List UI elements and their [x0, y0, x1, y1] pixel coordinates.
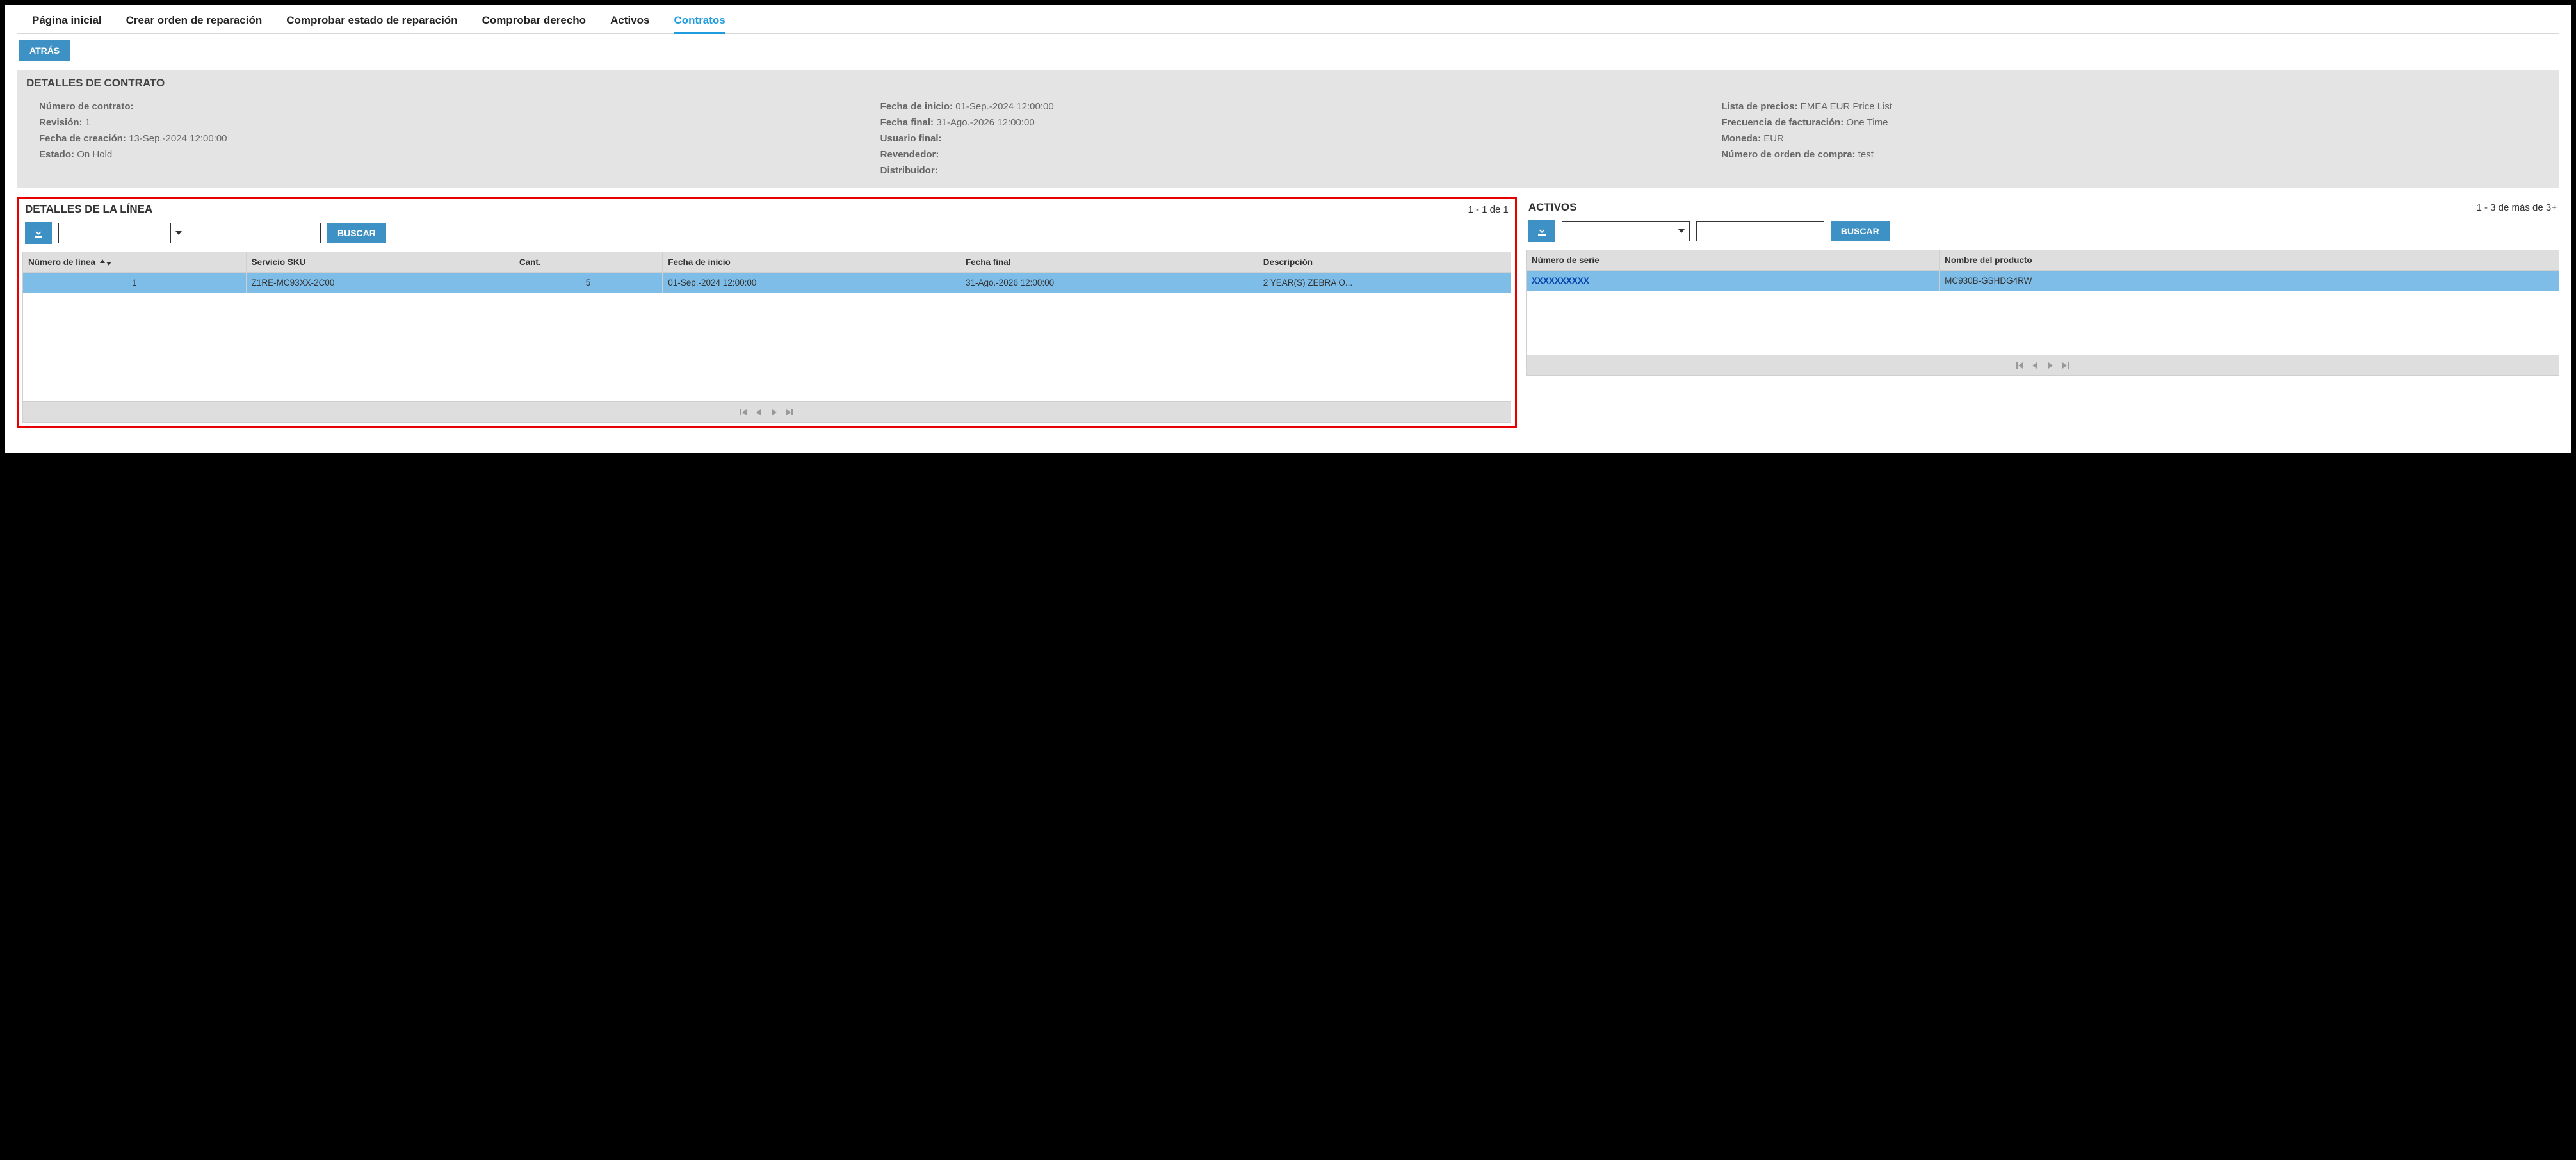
chevron-down-icon[interactable]: [1674, 222, 1689, 241]
start-date-label: Fecha de inicio:: [880, 101, 953, 112]
po-number-label: Número de orden de compra:: [1721, 149, 1855, 160]
app-window: Página inicial Crear orden de reparación…: [5, 5, 2571, 453]
tab-check-repair-status[interactable]: Comprobar estado de reparación: [286, 14, 457, 29]
line-table: Número de línea Servicio SKU Cant. Fecha…: [22, 252, 1511, 293]
price-list-value: EMEA EUR Price List: [1801, 101, 1892, 112]
col-line-number[interactable]: Número de línea: [23, 252, 247, 273]
tab-home[interactable]: Página inicial: [32, 14, 102, 29]
assets-table-body-spacer: [1526, 291, 2559, 355]
assets-range: 1 - 3 de más de 3+: [2477, 202, 2557, 213]
line-search-input[interactable]: [193, 223, 321, 243]
cell-product: MC930B-GSHDG4RW: [1940, 271, 2559, 291]
assets-toolbar: BUSCAR: [1526, 220, 2559, 242]
page-prev-icon[interactable]: [2030, 361, 2039, 370]
line-filter-select[interactable]: [58, 223, 186, 243]
page-prev-icon[interactable]: [754, 408, 763, 417]
distributor-label: Distribuidor:: [880, 165, 938, 176]
creation-date-label: Fecha de creación:: [39, 133, 126, 144]
col-start[interactable]: Fecha de inicio: [663, 252, 960, 273]
tab-check-entitlement[interactable]: Comprobar derecho: [482, 14, 586, 29]
page-next-icon[interactable]: [2046, 361, 2055, 370]
contract-col-2: Fecha de inicio: 01-Sep.-2024 12:00:00 F…: [880, 99, 1709, 179]
assets-title: ACTIVOS: [1528, 201, 1577, 214]
line-toolbar: BUSCAR: [22, 222, 1511, 244]
cell-end: 31-Ago.-2026 12:00:00: [960, 273, 1258, 293]
tab-create-repair[interactable]: Crear orden de reparación: [126, 14, 263, 29]
assets-pager: [1526, 355, 2559, 376]
col-qty[interactable]: Cant.: [514, 252, 662, 273]
col-product[interactable]: Nombre del producto: [1940, 250, 2559, 271]
assets-filter-select[interactable]: [1562, 221, 1690, 241]
tab-contracts[interactable]: Contratos: [674, 14, 725, 34]
billing-freq-value: One Time: [1846, 117, 1888, 128]
line-details-title: DETALLES DE LA LÍNEA: [25, 203, 152, 216]
cell-desc: 2 YEAR(S) ZEBRA O...: [1258, 273, 1511, 293]
assets-section: ACTIVOS 1 - 3 de más de 3+ BUSCAR: [1526, 197, 2559, 428]
cell-serial[interactable]: XXXXXXXXXX: [1526, 271, 1939, 291]
contract-number-label: Número de contrato:: [39, 101, 134, 112]
nav-tabs: Página inicial Crear orden de reparación…: [17, 12, 2559, 34]
contract-details-panel: DETALLES DE CONTRATO Número de contrato:…: [17, 70, 2559, 188]
creation-date-value: 13-Sep.-2024 12:00:00: [129, 133, 227, 144]
reseller-label: Revendedor:: [880, 149, 939, 160]
revision-value: 1: [85, 117, 90, 128]
billing-freq-label: Frecuencia de facturación:: [1721, 117, 1843, 128]
line-table-body-spacer: [22, 293, 1511, 402]
download-icon: [33, 228, 44, 238]
line-details-section: DETALLES DE LA LÍNEA 1 - 1 de 1 BUSCAR: [17, 197, 1517, 428]
page-first-icon[interactable]: [739, 408, 748, 417]
start-date-value: 01-Sep.-2024 12:00:00: [955, 101, 1053, 112]
download-icon: [1537, 226, 1547, 236]
line-pager: [22, 402, 1511, 423]
line-search-button[interactable]: BUSCAR: [327, 223, 386, 243]
sort-icon: [99, 259, 112, 266]
download-button[interactable]: [25, 222, 52, 244]
back-button[interactable]: ATRÁS: [19, 40, 70, 61]
tab-assets[interactable]: Activos: [610, 14, 649, 29]
page-last-icon[interactable]: [2061, 361, 2070, 370]
page-next-icon[interactable]: [770, 408, 779, 417]
assets-search-button[interactable]: BUSCAR: [1831, 221, 1890, 241]
table-row[interactable]: 1 Z1RE-MC93XX-2C00 5 01-Sep.-2024 12:00:…: [23, 273, 1511, 293]
cell-line-no: 1: [23, 273, 247, 293]
assets-search-input[interactable]: [1696, 221, 1824, 241]
back-row: ATRÁS: [17, 34, 2559, 61]
col-desc[interactable]: Descripción: [1258, 252, 1511, 273]
page-last-icon[interactable]: [785, 408, 794, 417]
status-value: On Hold: [77, 149, 112, 160]
contract-details-grid: Número de contrato: Revisión: 1 Fecha de…: [26, 96, 2550, 179]
col-sku[interactable]: Servicio SKU: [246, 252, 514, 273]
assets-download-button[interactable]: [1528, 220, 1555, 242]
status-label: Estado:: [39, 149, 74, 160]
currency-label: Moneda:: [1721, 133, 1761, 144]
contract-col-3: Lista de precios: EMEA EUR Price List Fr…: [1721, 99, 2550, 179]
currency-value: EUR: [1763, 133, 1784, 144]
assets-table: Número de serie Nombre del producto XXXX…: [1526, 250, 2559, 291]
content-row: DETALLES DE LA LÍNEA 1 - 1 de 1 BUSCAR: [17, 197, 2559, 428]
col-serial[interactable]: Número de serie: [1526, 250, 1939, 271]
col-end[interactable]: Fecha final: [960, 252, 1258, 273]
po-number-value: test: [1858, 149, 1874, 160]
cell-qty: 5: [514, 273, 662, 293]
end-date-value: 31-Ago.-2026 12:00:00: [936, 117, 1034, 128]
end-date-label: Fecha final:: [880, 117, 934, 128]
chevron-down-icon[interactable]: [170, 223, 186, 243]
contract-col-1: Número de contrato: Revisión: 1 Fecha de…: [39, 99, 868, 179]
price-list-label: Lista de precios:: [1721, 101, 1797, 112]
line-details-range: 1 - 1 de 1: [1468, 204, 1508, 215]
page-first-icon[interactable]: [2015, 361, 2024, 370]
table-row[interactable]: XXXXXXXXXX MC930B-GSHDG4RW: [1526, 271, 2559, 291]
end-user-label: Usuario final:: [880, 133, 942, 144]
revision-label: Revisión:: [39, 117, 83, 128]
cell-start: 01-Sep.-2024 12:00:00: [663, 273, 960, 293]
cell-sku: Z1RE-MC93XX-2C00: [246, 273, 514, 293]
contract-details-title: DETALLES DE CONTRATO: [26, 77, 2550, 90]
